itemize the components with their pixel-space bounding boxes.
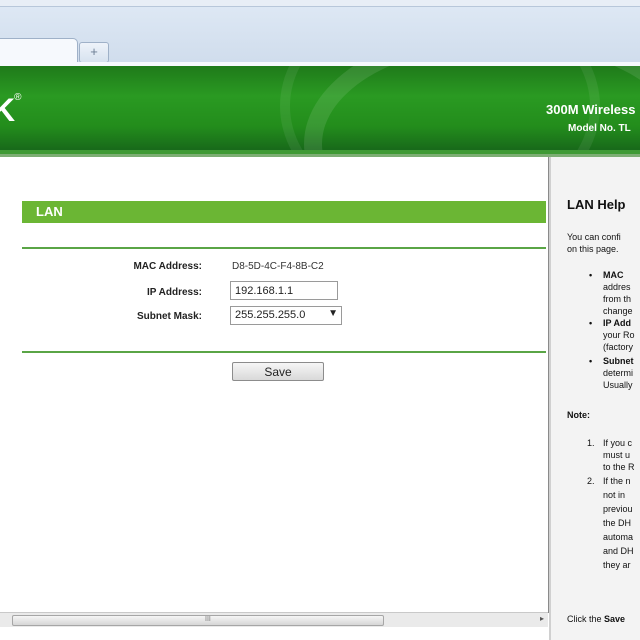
horizontal-scrollbar[interactable]: III ▸ xyxy=(0,612,548,627)
help-note-number: 1. xyxy=(587,438,595,448)
scrollbar-grip: III xyxy=(205,616,211,623)
browser-chrome: + xyxy=(0,0,640,67)
logo-text: K xyxy=(0,92,15,128)
help-note-line: automa xyxy=(603,532,634,542)
help-footer-text: Click the xyxy=(567,614,602,624)
window-top-edge xyxy=(0,0,640,7)
main-content: LAN MAC Address: D8-5D-4C-F4-8B-C2 IP Ad… xyxy=(0,157,549,613)
new-tab-button[interactable]: + xyxy=(79,42,109,63)
help-note-line: previou xyxy=(603,504,633,514)
help-note-line: the DH xyxy=(603,518,632,528)
help-note-line: If the n xyxy=(603,476,631,486)
scroll-right-arrow-icon[interactable]: ▸ xyxy=(540,614,544,623)
help-bullet-icon: • xyxy=(589,318,593,328)
help-note-line: not in xyxy=(603,490,626,500)
dropdown-arrow-icon: ▼ xyxy=(328,308,338,319)
ip-address-input[interactable]: 192.168.1.1 xyxy=(230,281,338,300)
logo-registered-mark: ® xyxy=(14,92,21,103)
help-bullet-icon: • xyxy=(589,270,593,280)
help-note-line: they ar xyxy=(603,560,631,570)
help-bullet-icon: • xyxy=(589,356,593,366)
subnet-mask-select[interactable]: 255.255.255.0 ▼ xyxy=(230,306,342,325)
help-title: LAN Help xyxy=(567,197,626,212)
help-panel: LAN Help You can confi on this page. • M… xyxy=(549,157,640,640)
mac-address-label: MAC Address: xyxy=(133,261,202,272)
help-note-number: 2. xyxy=(587,476,595,486)
help-footer-save: Save xyxy=(604,614,626,624)
save-button[interactable]: Save xyxy=(232,362,324,381)
mac-address-value: D8-5D-4C-F4-8B-C2 xyxy=(232,261,324,272)
product-name: 300M Wireless xyxy=(546,102,636,117)
section-title: LAN xyxy=(36,204,63,219)
browser-tab[interactable] xyxy=(0,38,78,63)
help-footer: Click the Save xyxy=(567,613,625,626)
brand-logo: K® xyxy=(0,92,22,129)
help-intro-line: on this page. xyxy=(567,244,619,254)
help-subnet-line: Usually xyxy=(603,380,633,390)
subnet-mask-label: Subnet Mask: xyxy=(136,311,202,322)
section-header-bar: LAN xyxy=(22,201,546,223)
router-banner: K® 300M Wireless Model No. TL xyxy=(0,66,640,152)
divider-bottom xyxy=(22,351,546,353)
ip-address-label: IP Address: xyxy=(146,287,202,298)
help-note-line: to the R xyxy=(603,462,635,472)
scrollbar-thumb[interactable]: III xyxy=(12,615,384,626)
divider-top xyxy=(22,247,546,249)
help-ip-line: (factory xyxy=(603,342,634,352)
help-note-label: Note: xyxy=(567,410,590,420)
model-number: Model No. TL xyxy=(568,123,631,134)
subnet-mask-value: 255.255.255.0 xyxy=(235,309,306,321)
help-note-line: and DH xyxy=(603,546,634,556)
